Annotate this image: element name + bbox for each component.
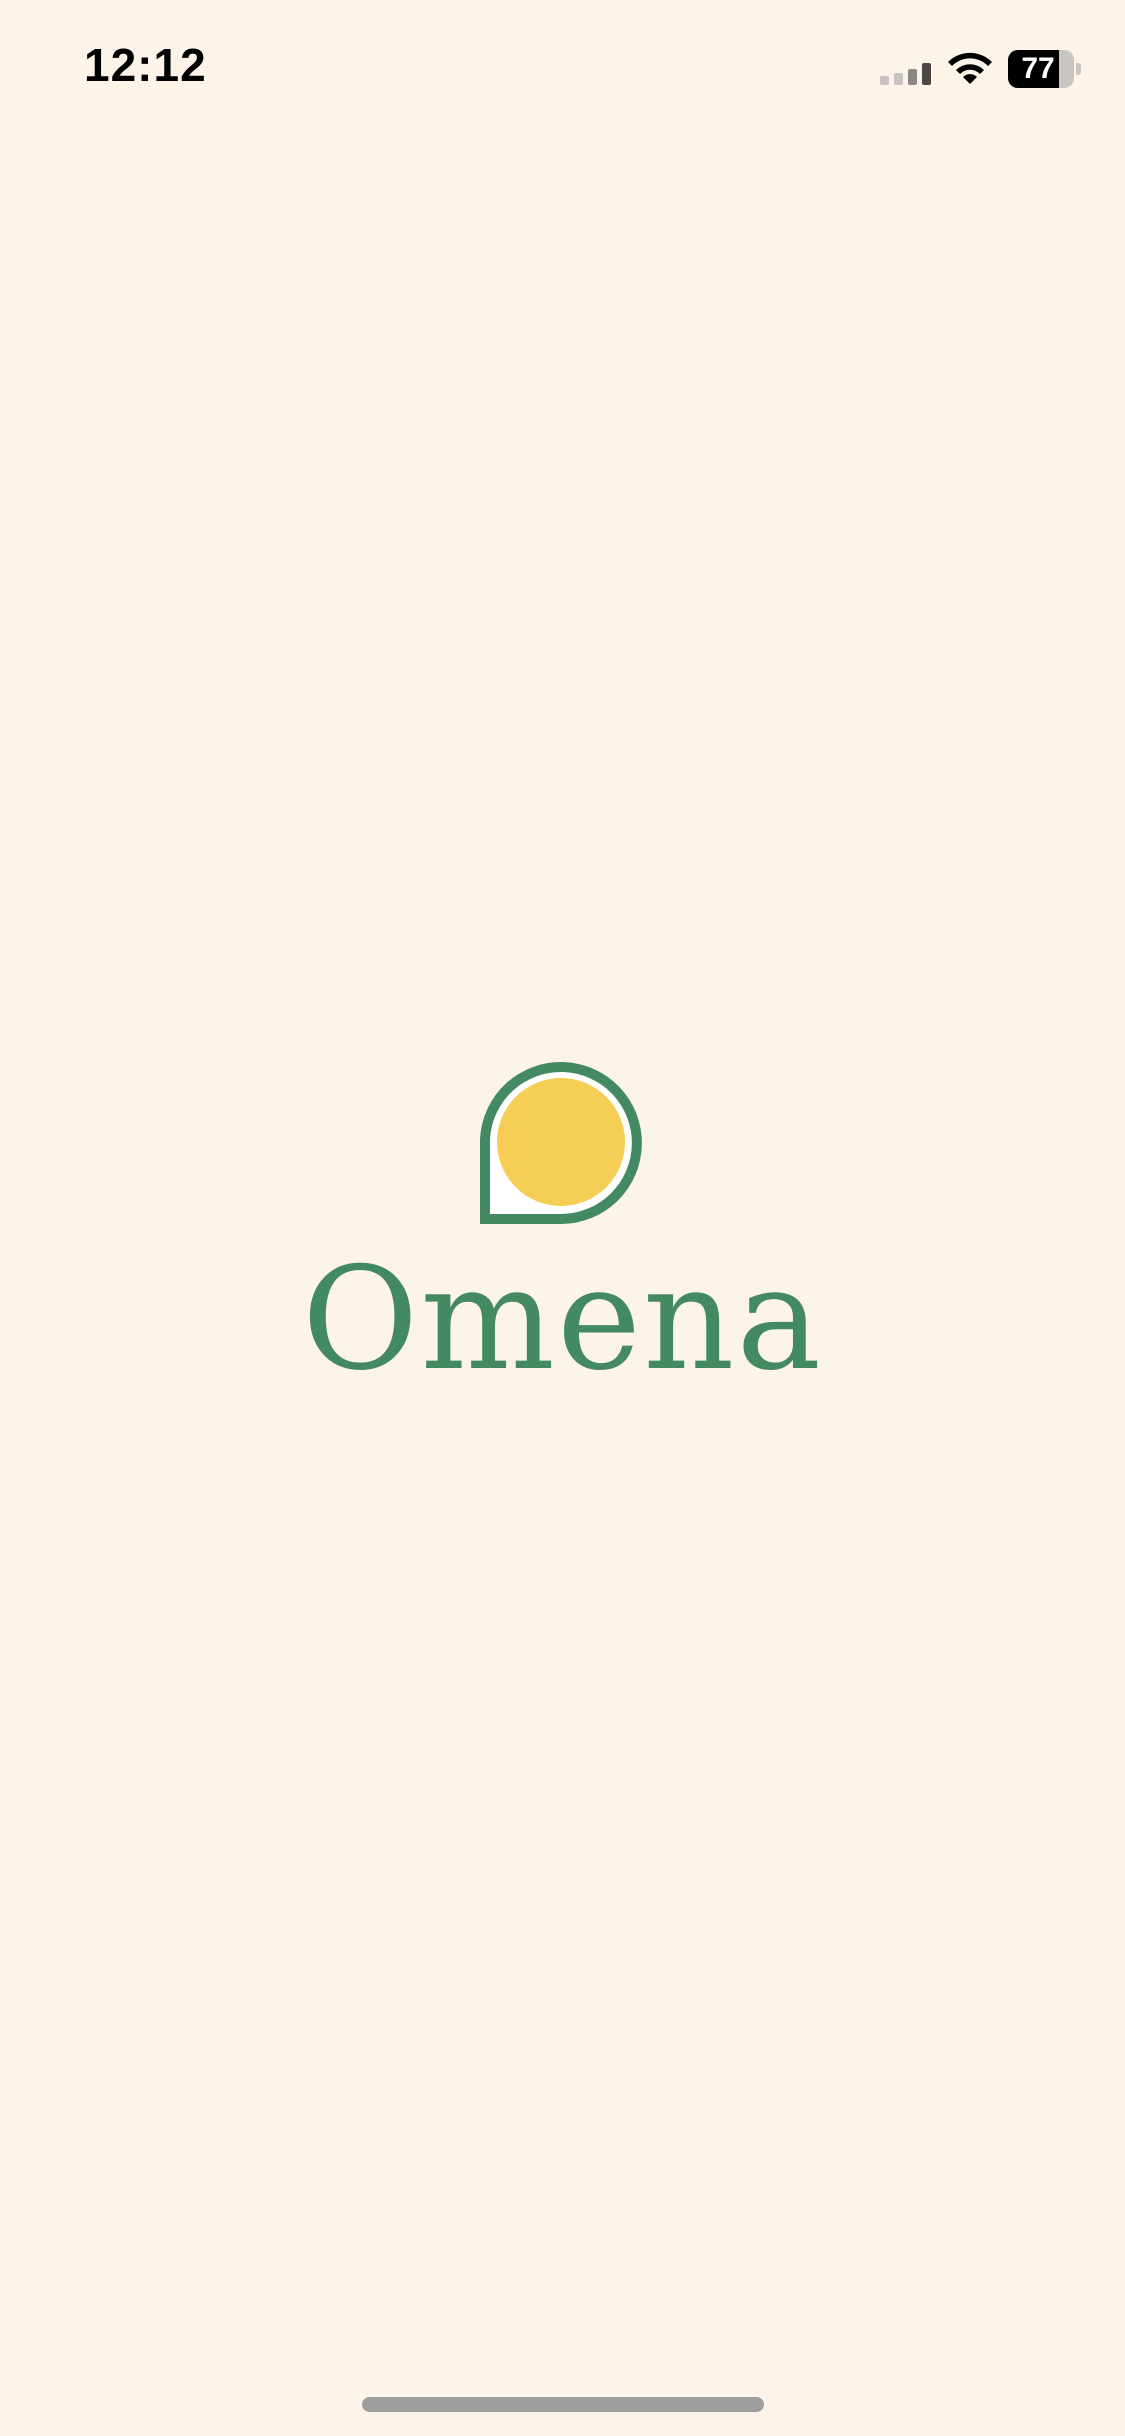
wifi-icon [948,52,992,84]
omena-logo-icon [480,1062,642,1224]
battery-level: 77 [1021,52,1055,85]
signal-icon [880,63,931,85]
battery-body: 77 [1008,50,1074,88]
battery-icon: 77 [1008,50,1081,88]
status-bar: 12:12 77 [0,0,1125,140]
battery-nub [1076,63,1081,75]
home-indicator[interactable] [362,2397,764,2412]
app-name: Omena [301,1237,824,1402]
splash-screen: 12:12 77 Omena [0,0,1125,2436]
status-time: 12:12 [84,39,207,91]
